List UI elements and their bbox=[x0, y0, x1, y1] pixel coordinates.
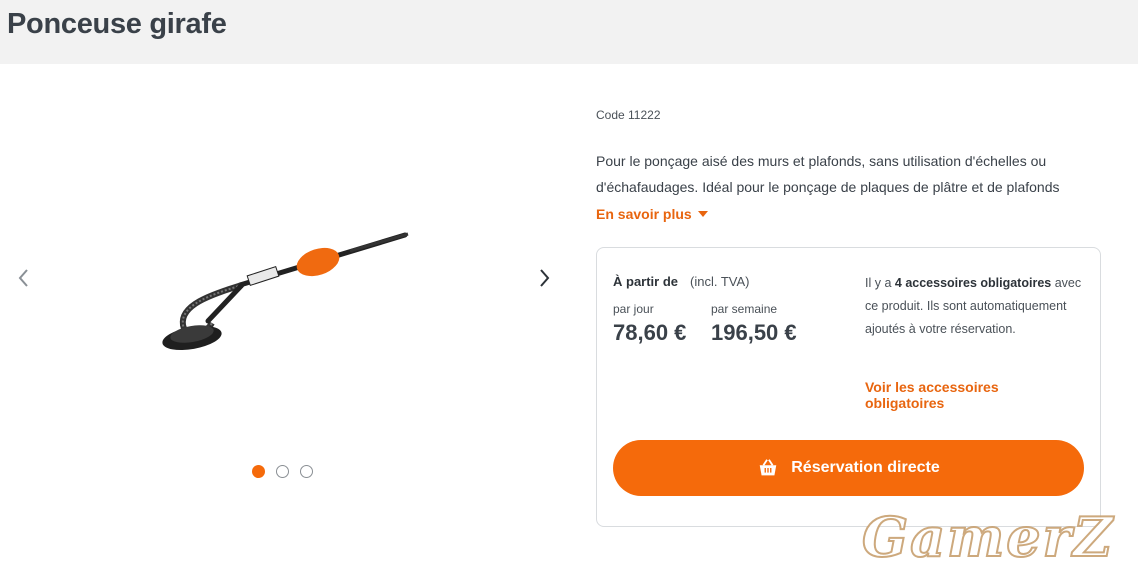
carousel-next-button[interactable] bbox=[532, 266, 556, 290]
accessories-info: Il y a 4 accessoires obligatoires avec c… bbox=[865, 272, 1090, 341]
per-day-label: par jour bbox=[613, 302, 654, 316]
page-title: Ponceuse girafe bbox=[7, 8, 227, 40]
carousel-dot-2[interactable] bbox=[276, 465, 289, 478]
direct-reservation-button[interactable]: Réservation directe bbox=[613, 440, 1084, 496]
page-header: Ponceuse girafe bbox=[0, 0, 1138, 64]
per-day-price: 78,60 € bbox=[613, 320, 687, 345]
accessories-count: 4 accessoires obligatoires bbox=[894, 276, 1052, 290]
watermark-logo: GamerZ bbox=[861, 504, 1115, 570]
per-week-price: 196,50 € bbox=[711, 320, 797, 345]
read-more-link[interactable]: En savoir plus bbox=[596, 206, 708, 222]
vat-label: (incl. TVA) bbox=[690, 274, 750, 289]
view-accessories-link[interactable]: Voir les accessoires obligatoires bbox=[865, 379, 1065, 411]
caret-down-icon bbox=[697, 211, 708, 217]
chevron-right-icon bbox=[540, 269, 550, 287]
accessories-prefix: Il y a bbox=[865, 276, 892, 290]
product-code: Code 11222 bbox=[596, 108, 661, 122]
pricing-card: À partir de (incl. TVA) par jour par sem… bbox=[596, 247, 1101, 527]
carousel-dot-3[interactable] bbox=[300, 465, 313, 478]
per-week-label: par semaine bbox=[711, 302, 778, 316]
basket-icon bbox=[759, 459, 777, 476]
carousel-dots bbox=[252, 465, 316, 479]
drywall-sander-image bbox=[162, 232, 409, 351]
carousel-prev-button[interactable] bbox=[12, 266, 36, 290]
direct-reservation-label: Réservation directe bbox=[791, 459, 940, 476]
price-from-label: À partir de bbox=[613, 274, 679, 289]
read-more-label: En savoir plus bbox=[596, 206, 692, 222]
product-description: Pour le ponçage aisé des murs et plafond… bbox=[596, 153, 1060, 195]
chevron-left-icon bbox=[18, 269, 28, 287]
carousel-dot-1[interactable] bbox=[252, 465, 265, 478]
